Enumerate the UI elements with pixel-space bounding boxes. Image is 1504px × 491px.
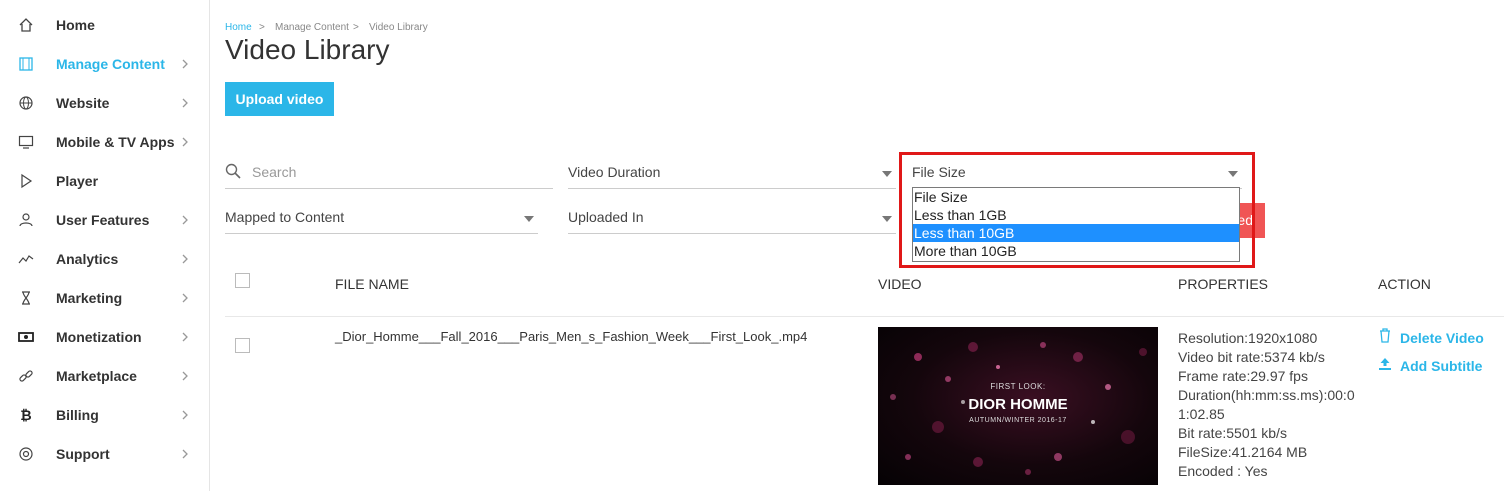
sidebar-item-label: User Features xyxy=(56,211,150,228)
sidebar-item-label: Support xyxy=(56,445,110,462)
home-icon xyxy=(17,16,35,34)
caret-down-icon xyxy=(524,216,534,222)
chevron-right-icon xyxy=(179,409,191,421)
video-thumbnail[interactable]: FIRST LOOK: DIOR HOMME AUTUMN/WINTER 201… xyxy=(878,327,1158,485)
sidebar: Home Manage Content Website Mobile & TV … xyxy=(0,0,210,491)
film-icon xyxy=(17,55,35,73)
property-line: FileSize:41.2164 MB xyxy=(1178,444,1308,460)
property-line: 1:02.85 xyxy=(1178,406,1225,422)
property-line: Resolution:1920x1080 xyxy=(1178,330,1318,346)
sidebar-item-monetization[interactable]: Monetization xyxy=(0,317,209,356)
video-duration-value: Video Duration xyxy=(568,164,661,180)
chevron-right-icon xyxy=(179,253,191,265)
select-all-checkbox[interactable] xyxy=(235,273,250,288)
link-icon xyxy=(17,367,35,385)
property-line: Bit rate:5501 kb/s xyxy=(1178,425,1287,441)
sidebar-item-label: Home xyxy=(56,16,95,33)
thumbnail-caption-line1: FIRST LOOK: xyxy=(990,382,1046,391)
monitor-icon xyxy=(17,133,35,151)
row-checkbox[interactable] xyxy=(235,338,250,353)
caret-down-icon xyxy=(882,171,892,177)
video-duration-select[interactable]: Video Duration xyxy=(568,158,896,189)
chevron-right-icon xyxy=(179,97,191,109)
breadcrumb-current: Video Library xyxy=(369,22,428,33)
uploaded-in-select[interactable]: Uploaded In xyxy=(568,203,896,234)
highlight-annotation-box xyxy=(899,152,1255,268)
sidebar-item-label: Player xyxy=(56,172,99,189)
breadcrumb-home-link[interactable]: Home xyxy=(225,22,252,33)
upload-icon xyxy=(1378,357,1394,374)
header-divider xyxy=(225,316,1504,317)
mapped-to-content-value: Mapped to Content xyxy=(225,209,345,225)
column-header-video: VIDEO xyxy=(878,276,922,292)
sidebar-item-marketing[interactable]: Marketing xyxy=(0,278,209,317)
sidebar-item-label: Manage Content xyxy=(56,55,165,72)
search-field[interactable]: Search xyxy=(225,158,553,189)
sidebar-item-marketplace[interactable]: Marketplace xyxy=(0,356,209,395)
lifebuoy-icon xyxy=(17,445,35,463)
user-icon xyxy=(17,211,35,229)
property-line: Encoded : Yes xyxy=(1178,463,1268,479)
thumbnail-caption-line3: AUTUMN/WINTER 2016-17 xyxy=(969,417,1067,424)
sidebar-item-label: Mobile & TV Apps xyxy=(56,133,175,150)
sidebar-item-label: Monetization xyxy=(56,328,142,345)
sidebar-item-player[interactable]: Player xyxy=(0,161,209,200)
caret-down-icon xyxy=(882,216,892,222)
property-line: Duration(hh:mm:ss.ms):00:0 xyxy=(1178,387,1355,403)
chevron-right-icon xyxy=(179,136,191,148)
sidebar-item-website[interactable]: Website xyxy=(0,83,209,122)
chevron-right-icon xyxy=(179,448,191,460)
add-subtitle-button[interactable]: Add Subtitle xyxy=(1378,357,1482,374)
sidebar-item-user-features[interactable]: User Features xyxy=(0,200,209,239)
bitcoin-icon: ₿ xyxy=(20,406,32,423)
chevron-right-icon xyxy=(179,214,191,226)
play-icon xyxy=(17,172,35,190)
column-header-action: ACTION xyxy=(1378,276,1431,292)
chevron-right-icon xyxy=(179,58,191,70)
column-header-file-name: FILE NAME xyxy=(335,276,409,292)
chevron-right-icon xyxy=(179,370,191,382)
upload-video-button[interactable]: Upload video xyxy=(225,82,334,116)
delete-video-label: Delete Video xyxy=(1400,330,1484,346)
sidebar-item-analytics[interactable]: Analytics xyxy=(0,239,209,278)
property-line: Video bit rate:5374 kb/s xyxy=(1178,349,1325,365)
chevron-right-icon xyxy=(179,331,191,343)
property-line: Frame rate:29.97 fps xyxy=(1178,368,1308,384)
search-icon xyxy=(225,163,241,182)
search-input[interactable]: Search xyxy=(252,164,296,180)
sidebar-item-billing[interactable]: ₿ Billing xyxy=(0,395,209,434)
sidebar-item-label: Marketplace xyxy=(56,367,137,384)
chevron-right-icon xyxy=(179,292,191,304)
money-icon xyxy=(17,328,35,346)
page-title: Video Library xyxy=(225,34,390,65)
column-header-properties: PROPERTIES xyxy=(1178,276,1268,292)
delete-video-button[interactable]: Delete Video xyxy=(1378,328,1484,346)
sidebar-item-manage-content[interactable]: Manage Content xyxy=(0,44,209,83)
uploaded-in-value: Uploaded In xyxy=(568,209,644,225)
analytics-icon xyxy=(17,250,35,268)
trash-icon xyxy=(1378,328,1394,346)
video-properties: Resolution:1920x1080 Video bit rate:5374… xyxy=(1178,329,1358,481)
sidebar-item-label: Marketing xyxy=(56,289,123,306)
sidebar-item-mobile-tv-apps[interactable]: Mobile & TV Apps xyxy=(0,122,209,161)
sidebar-item-label: Analytics xyxy=(56,250,119,267)
sidebar-item-label: Website xyxy=(56,94,110,111)
globe-icon xyxy=(17,94,35,112)
file-name: _Dior_Homme___Fall_2016___Paris_Men_s_Fa… xyxy=(335,329,808,344)
breadcrumb-manage-content-link[interactable]: Manage Content xyxy=(275,22,349,33)
breadcrumb-separator: > xyxy=(259,22,265,33)
sidebar-item-support[interactable]: Support xyxy=(0,434,209,473)
add-subtitle-label: Add Subtitle xyxy=(1400,358,1483,374)
hourglass-icon xyxy=(17,289,35,307)
mapped-to-content-select[interactable]: Mapped to Content xyxy=(225,203,538,234)
thumbnail-caption-line2: DIOR HOMME xyxy=(968,396,1068,413)
sidebar-item-label: Billing xyxy=(56,406,99,423)
sidebar-item-home[interactable]: Home xyxy=(0,5,209,44)
breadcrumb-separator: > xyxy=(353,22,359,33)
